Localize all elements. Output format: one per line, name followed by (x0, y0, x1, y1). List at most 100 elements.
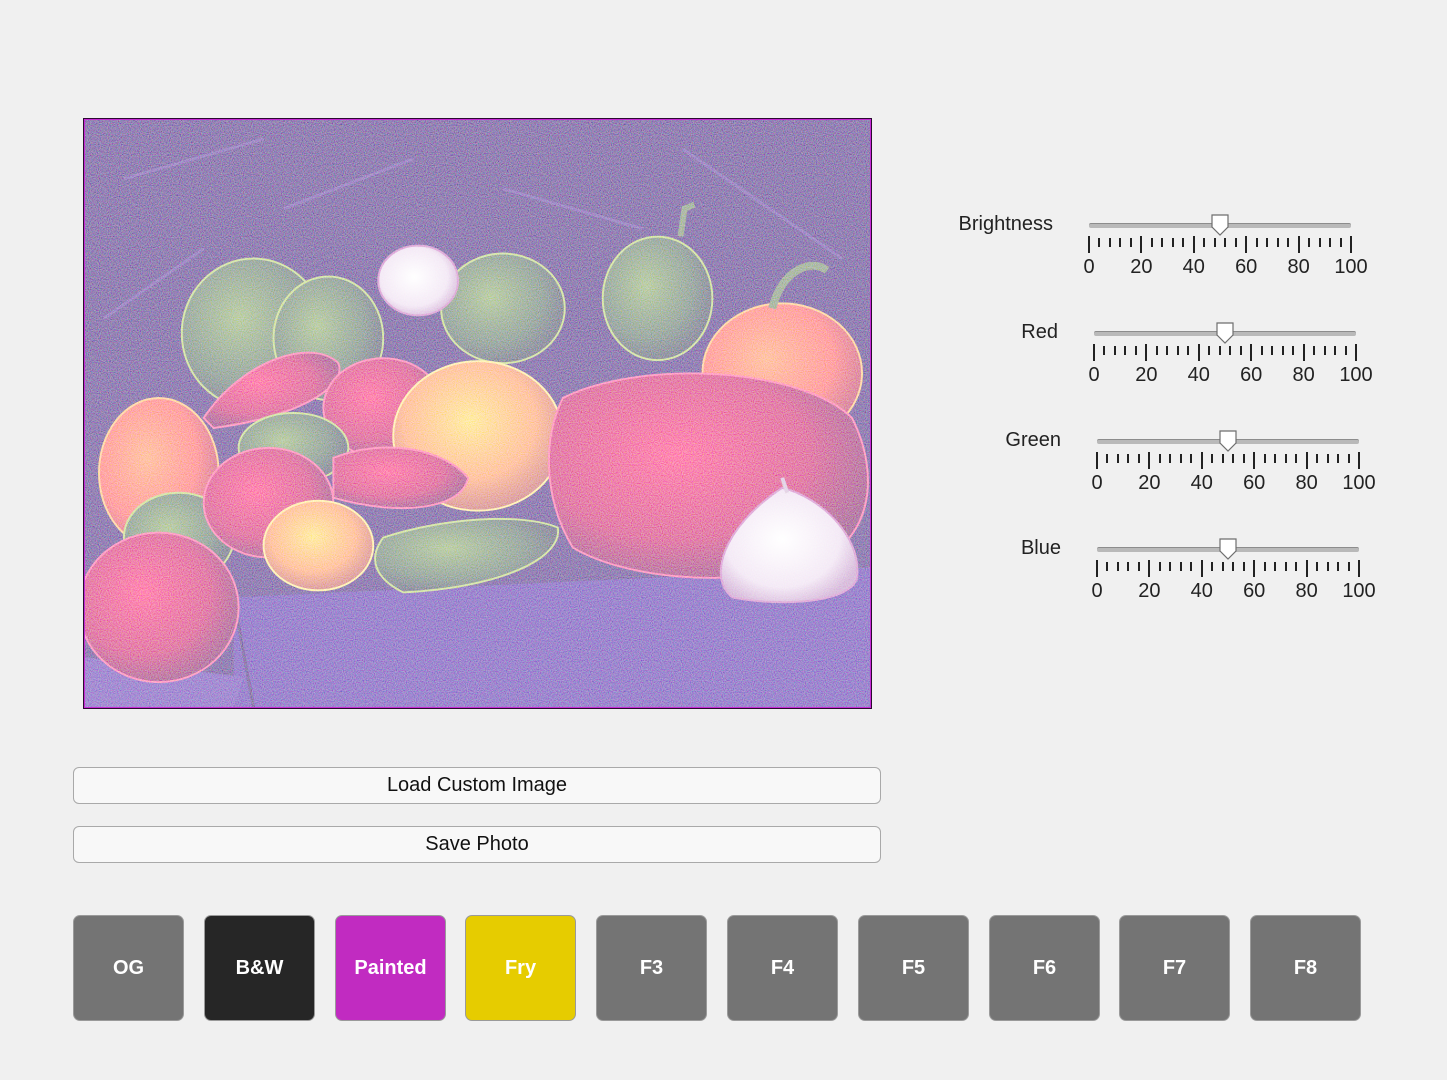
blue-slider[interactable] (1097, 538, 1359, 560)
image-editor-app: Brightness 0 20 40 60 80 100 Red 0 20 40 60 80 100 Gre… (0, 0, 1447, 1080)
green-slider-scale: 0 20 40 60 80 100 (1091, 452, 1376, 494)
filter-button-f5[interactable]: F5 (858, 915, 969, 1021)
major-tick (1350, 236, 1352, 253)
blue-slider-thumb[interactable] (1219, 538, 1237, 560)
minor-tick (1313, 346, 1316, 355)
minor-tick (1326, 454, 1329, 463)
green-tick-label: 40 (1190, 472, 1213, 494)
major-tick (1093, 344, 1095, 361)
major-tick (1192, 236, 1195, 253)
minor-tick (1124, 346, 1127, 355)
minor-tick (1137, 454, 1140, 463)
minor-tick (1274, 562, 1277, 571)
save-photo-button[interactable]: Save Photo (73, 826, 881, 863)
green-slider[interactable] (1097, 430, 1359, 452)
filter-button-f3[interactable]: F3 (596, 915, 707, 1021)
minor-tick (1203, 238, 1206, 247)
major-tick (1253, 560, 1256, 577)
minor-tick (1179, 454, 1182, 463)
minor-tick (1284, 562, 1287, 571)
minor-tick (1161, 238, 1164, 247)
minor-tick (1224, 238, 1227, 247)
minor-tick (1274, 454, 1277, 463)
minor-tick (1255, 238, 1258, 247)
major-tick (1200, 452, 1203, 469)
brightness-tick-label: 40 (1182, 256, 1205, 278)
load-custom-image-button[interactable]: Load Custom Image (73, 767, 881, 804)
major-tick (1358, 452, 1360, 469)
minor-tick (1281, 346, 1284, 355)
brightness-tick-label: 0 (1083, 256, 1095, 278)
minor-tick (1103, 346, 1106, 355)
major-tick (1197, 344, 1200, 361)
green-slider-thumb[interactable] (1219, 430, 1237, 452)
minor-tick (1347, 454, 1350, 463)
major-tick (1253, 452, 1256, 469)
minor-tick (1344, 346, 1347, 355)
brightness-tick-label: 100 (1334, 256, 1368, 278)
major-tick (1297, 236, 1300, 253)
minor-tick (1276, 238, 1279, 247)
minor-tick (1347, 562, 1350, 571)
blue-tick-label: 40 (1190, 580, 1213, 602)
minor-tick (1329, 238, 1332, 247)
minor-tick (1127, 454, 1130, 463)
blue-tick-label: 0 (1091, 580, 1103, 602)
brightness-tick-label: 20 (1130, 256, 1153, 278)
minor-tick (1221, 454, 1224, 463)
minor-tick (1218, 346, 1221, 355)
brightness-slider-label: Brightness (958, 213, 1054, 235)
minor-tick (1098, 238, 1101, 247)
brightness-slider-thumb[interactable] (1211, 214, 1229, 236)
blue-tick-label: 20 (1138, 580, 1161, 602)
minor-tick (1323, 346, 1326, 355)
filter-button-og[interactable]: OG (73, 915, 184, 1021)
major-tick (1355, 344, 1357, 361)
filter-button-f4[interactable]: F4 (727, 915, 838, 1021)
filter-button-f8[interactable]: F8 (1250, 915, 1361, 1021)
minor-tick (1292, 346, 1295, 355)
major-tick (1305, 452, 1308, 469)
minor-tick (1137, 562, 1140, 571)
minor-tick (1326, 562, 1329, 571)
minor-tick (1318, 238, 1321, 247)
filter-button-f6[interactable]: F6 (989, 915, 1100, 1021)
red-tick-label: 100 (1339, 364, 1373, 386)
minor-tick (1242, 562, 1245, 571)
major-tick (1148, 452, 1151, 469)
brightness-tick-label: 60 (1235, 256, 1258, 278)
minor-tick (1232, 454, 1235, 463)
blue-tick-label: 80 (1295, 580, 1318, 602)
brightness-slider[interactable] (1089, 214, 1351, 236)
filter-button-fry[interactable]: Fry (465, 915, 576, 1021)
filter-button-f7[interactable]: F7 (1119, 915, 1230, 1021)
red-slider-thumb[interactable] (1216, 322, 1234, 344)
minor-tick (1106, 454, 1109, 463)
minor-tick (1113, 346, 1116, 355)
red-tick-label: 60 (1240, 364, 1263, 386)
red-slider[interactable] (1094, 322, 1356, 344)
minor-tick (1208, 346, 1211, 355)
minor-tick (1158, 454, 1161, 463)
minor-tick (1234, 238, 1237, 247)
minor-tick (1169, 454, 1172, 463)
minor-tick (1127, 562, 1130, 571)
red-tick-label: 20 (1135, 364, 1158, 386)
minor-tick (1242, 454, 1245, 463)
green-tick-label: 80 (1295, 472, 1318, 494)
minor-tick (1229, 346, 1232, 355)
minor-tick (1263, 562, 1266, 571)
minor-tick (1176, 346, 1179, 355)
minor-tick (1316, 454, 1319, 463)
red-tick-label: 40 (1187, 364, 1210, 386)
minor-tick (1108, 238, 1111, 247)
minor-tick (1287, 238, 1290, 247)
minor-tick (1116, 454, 1119, 463)
filter-button-painted[interactable]: Painted (335, 915, 446, 1021)
minor-tick (1134, 346, 1137, 355)
brightness-tick-label: 80 (1287, 256, 1310, 278)
minor-tick (1190, 562, 1193, 571)
filter-button-b-w[interactable]: B&W (204, 915, 315, 1021)
green-tick-label: 60 (1243, 472, 1266, 494)
red-tick-label: 80 (1292, 364, 1315, 386)
